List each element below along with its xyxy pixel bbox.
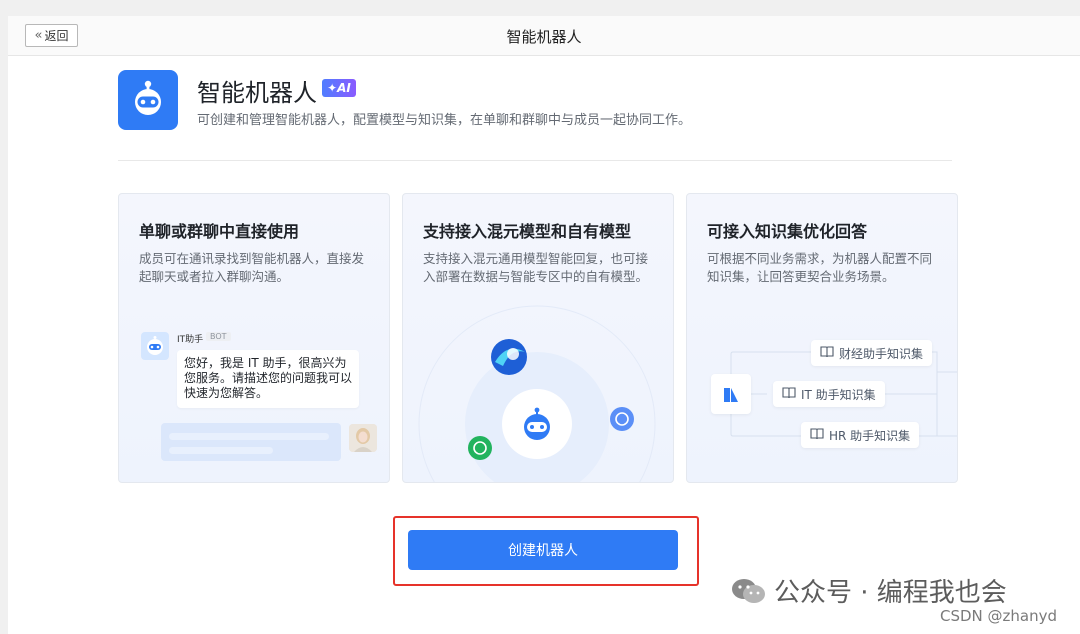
book-icon — [782, 386, 796, 402]
model-icon-green — [468, 436, 492, 460]
knowledge-set-label: 财经助手知识集 — [839, 346, 924, 361]
knowledge-set-item: IT 助手知识集 — [773, 381, 885, 407]
csdn-watermark: CSDN @zhanyd — [940, 607, 1058, 625]
model-icon-blue — [610, 407, 634, 431]
wechat-icon — [732, 578, 765, 603]
knowledge-set-item: HR 助手知识集 — [801, 422, 920, 448]
reply-bubble-placeholder — [161, 423, 341, 461]
book-icon — [820, 345, 834, 361]
watermark-text: 公众号 · 编程我也会 — [774, 578, 1007, 608]
bot-tag: BOT — [206, 332, 231, 341]
feature-card-knowledge: 可接入知识集优化回答 可根据不同业务需求，为机器人配置不同知识集，让回答更契合业… — [686, 193, 958, 483]
bot-avatar-icon — [141, 332, 169, 360]
book-icon — [810, 427, 824, 443]
sparkle-icon: ✦ — [327, 81, 338, 95]
hunyuan-model-icon — [491, 339, 527, 375]
hero-description: 可创建和管理智能机器人，配置模型与知识集，在单聊和群聊中与成员一起协同工作。 — [197, 113, 692, 128]
top-bar: « 返回 智能机器人 — [8, 16, 1080, 56]
card-description: 成员可在通讯录找到智能机器人，直接发起聊天或者拉入群聊沟通。 — [139, 251, 365, 284]
user-avatar — [349, 424, 377, 452]
knowledge-set-item: 财经助手知识集 — [811, 340, 933, 366]
knowledge-set-label: HR 助手知识集 — [829, 428, 911, 443]
model-orbit-illustration — [418, 305, 656, 482]
feature-card-chat: 单聊或群聊中直接使用 成员可在通讯录找到智能机器人，直接发起聊天或者拉入群聊沟通… — [118, 193, 390, 483]
divider — [118, 160, 952, 161]
robot-logo-icon — [118, 70, 178, 130]
ai-badge: ✦ AI — [322, 79, 356, 97]
feature-card-models: 支持接入混元模型和自有模型 支持接入混元通用模型智能回复，也可接入部署在数据与智… — [402, 193, 674, 483]
wechat-watermark: 公众号 · 编程我也会 — [730, 572, 1007, 609]
bot-name: IT助手 — [177, 335, 204, 345]
knowledge-set-label: IT 助手知识集 — [801, 387, 876, 402]
hero-title: 智能机器人 — [197, 79, 317, 107]
knowledge-base-icon — [711, 374, 751, 414]
ai-badge-label: AI — [337, 81, 351, 95]
card-title: 单聊或群聊中直接使用 — [139, 222, 300, 241]
highlight-box — [393, 516, 699, 586]
page-title: 智能机器人 — [506, 28, 582, 46]
chat-bubble: 您好，我是 IT 助手，很高兴为您服务。请描述您的问题我可以快速为您解答。 — [177, 350, 359, 408]
